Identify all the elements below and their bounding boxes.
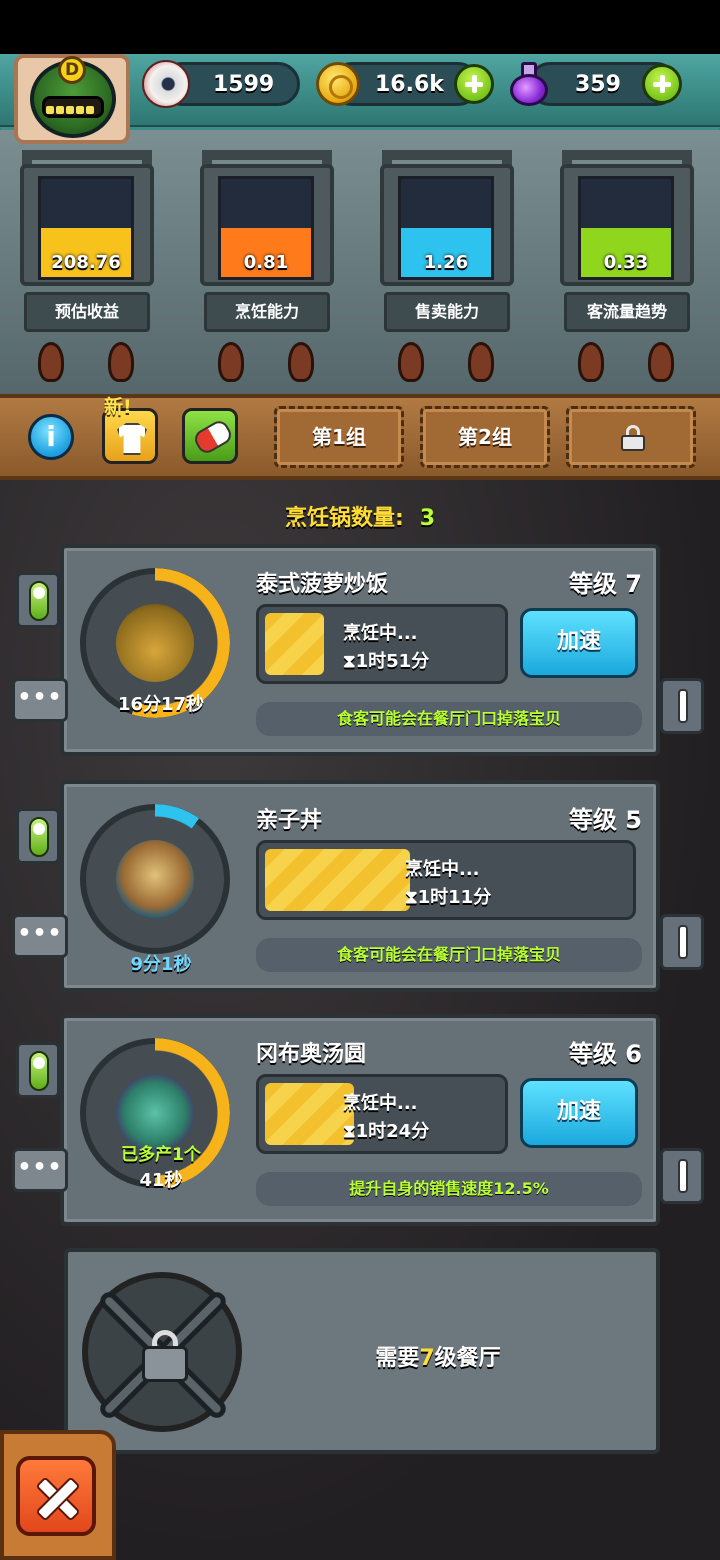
potion-count: 359 [575,72,621,97]
cook-status: 烹饪中... [343,1093,418,1114]
tab-group-1[interactable]: 第1组 [274,406,404,468]
dish-name: 亲子丼 [256,808,323,833]
chained-lock-icon [82,1272,242,1432]
info-button[interactable] [28,414,74,460]
pot-count-label: 烹饪锅数量: [284,506,404,531]
new-badge: 新! [104,396,132,418]
add-potions-button[interactable] [642,64,682,104]
cook-progress: 烹饪中... ⧗1时51分 [256,604,508,684]
pill-button[interactable] [182,408,238,464]
dish-timer: 9分1秒 [130,954,192,975]
unlock-level: 7 [419,1346,435,1371]
cook-progress: 烹饪中... ⧗1时11分 [256,840,636,920]
unlock-suffix: 级餐厅 [434,1346,501,1371]
dish-plate[interactable]: 16分17秒 [80,568,230,718]
more-icon: ••• [17,1155,63,1180]
locked-pot-slot[interactable]: 需要7级餐厅 [64,1248,660,1454]
lock-icon [621,425,645,451]
stat-selling-ability[interactable]: 1.26 售卖能力 [372,150,522,392]
info-icon [678,689,688,723]
info-icon [678,925,688,959]
more-icon: ••• [17,685,63,710]
fried-rice-icon [116,604,194,682]
arrow-up-icon [29,1051,49,1091]
cook-time: ⧗1时24分 [343,1121,430,1142]
stat-label: 预估收益 [24,292,150,332]
dish-level: 等级 7 [568,570,642,598]
status-bar-area [0,0,720,54]
coin-count: 16.6k [375,72,444,97]
dish-bonus: 食客可能会在餐厅门口掉落宝贝 [256,938,642,972]
rank-badge: D [58,56,86,84]
eyeball-icon [142,60,190,108]
stat-customer-trend[interactable]: 0.33 客流量趋势 [552,150,702,392]
dish-plate[interactable]: 已多产1个 41秒 [80,1038,230,1191]
arrow-up-icon [29,817,49,857]
dish-timer: 16分17秒 [117,694,205,715]
tab-group-2[interactable]: 第2组 [420,406,550,468]
coin-icon [316,62,360,106]
cook-time: ⧗1时51分 [343,651,430,672]
tab-locked[interactable] [566,406,696,468]
dish-bonus: 食客可能会在餐厅门口掉落宝贝 [256,702,642,736]
stat-label: 客流量趋势 [564,292,690,332]
pot-card: ••• 已多产1个 41秒 冈布奥汤圆 等级 6 烹饪中... ⧗1时24分 加… [12,1014,704,1226]
stat-value: 208.76 [51,252,121,273]
speed-up-button[interactable]: 加速 [520,608,638,678]
upgrade-button[interactable] [16,572,60,628]
cook-time: ⧗1时11分 [405,887,492,908]
pot-info-button[interactable] [660,678,704,734]
pot-info-button[interactable] [660,1148,704,1204]
stat-label: 烹饪能力 [204,292,330,332]
eyeball-count: 1599 [213,72,275,97]
stat-value: 1.26 [423,252,469,273]
pot-info-button[interactable] [660,914,704,970]
pot-count: 烹饪锅数量: 3 [0,500,720,532]
dish-level: 等级 6 [568,1040,642,1068]
pot-card: ••• 9分1秒 亲子丼 等级 5 烹饪中... ⧗1时11分 食客可能会在餐厅… [12,780,704,992]
add-coins-button[interactable] [454,64,494,104]
upgrade-button[interactable] [16,808,60,864]
oyakodon-icon [116,840,194,918]
upgrade-button[interactable] [16,1042,60,1098]
dish-bonus: 提升自身的销售速度12.5% [256,1172,642,1206]
arrow-up-icon [29,581,49,621]
more-button[interactable]: ••• [12,1148,68,1192]
dish-name: 泰式菠萝炒饭 [256,572,389,597]
extra-output: 已多产1个 [121,1145,201,1165]
stat-cooking-ability[interactable]: 0.81 烹饪能力 [192,150,342,392]
dish-plate[interactable]: 9分1秒 [80,804,230,975]
dish-timer: 41秒 [139,1170,183,1191]
stat-value: 0.81 [243,252,289,273]
close-button[interactable] [16,1456,96,1536]
speed-up-button[interactable]: 加速 [520,1078,638,1148]
pot-count-value: 3 [419,506,436,531]
dish-level: 等级 5 [568,806,642,834]
cook-progress: 烹饪中... ⧗1时24分 [256,1074,508,1154]
cook-status: 烹饪中... [343,623,418,644]
dish-name: 冈布奥汤圆 [256,1042,367,1067]
cook-status: 烹饪中... [405,859,480,880]
pot-card: ••• 16分17秒 泰式菠萝炒饭 等级 7 烹饪中... ⧗1时51分 加速 … [12,544,704,756]
stat-estimated-revenue[interactable]: 208.76 预估收益 [12,150,162,392]
stat-label: 售卖能力 [384,292,510,332]
more-icon: ••• [17,921,63,946]
avatar-teeth-icon [42,96,104,118]
unlock-prefix: 需要 [375,1346,420,1371]
more-button[interactable]: ••• [12,914,68,958]
stat-value: 0.33 [603,252,649,273]
more-button[interactable]: ••• [12,678,68,722]
unlock-requirement: 需要7级餐厅 [308,1340,568,1372]
info-icon [678,1159,688,1193]
potion-icon [508,60,550,106]
